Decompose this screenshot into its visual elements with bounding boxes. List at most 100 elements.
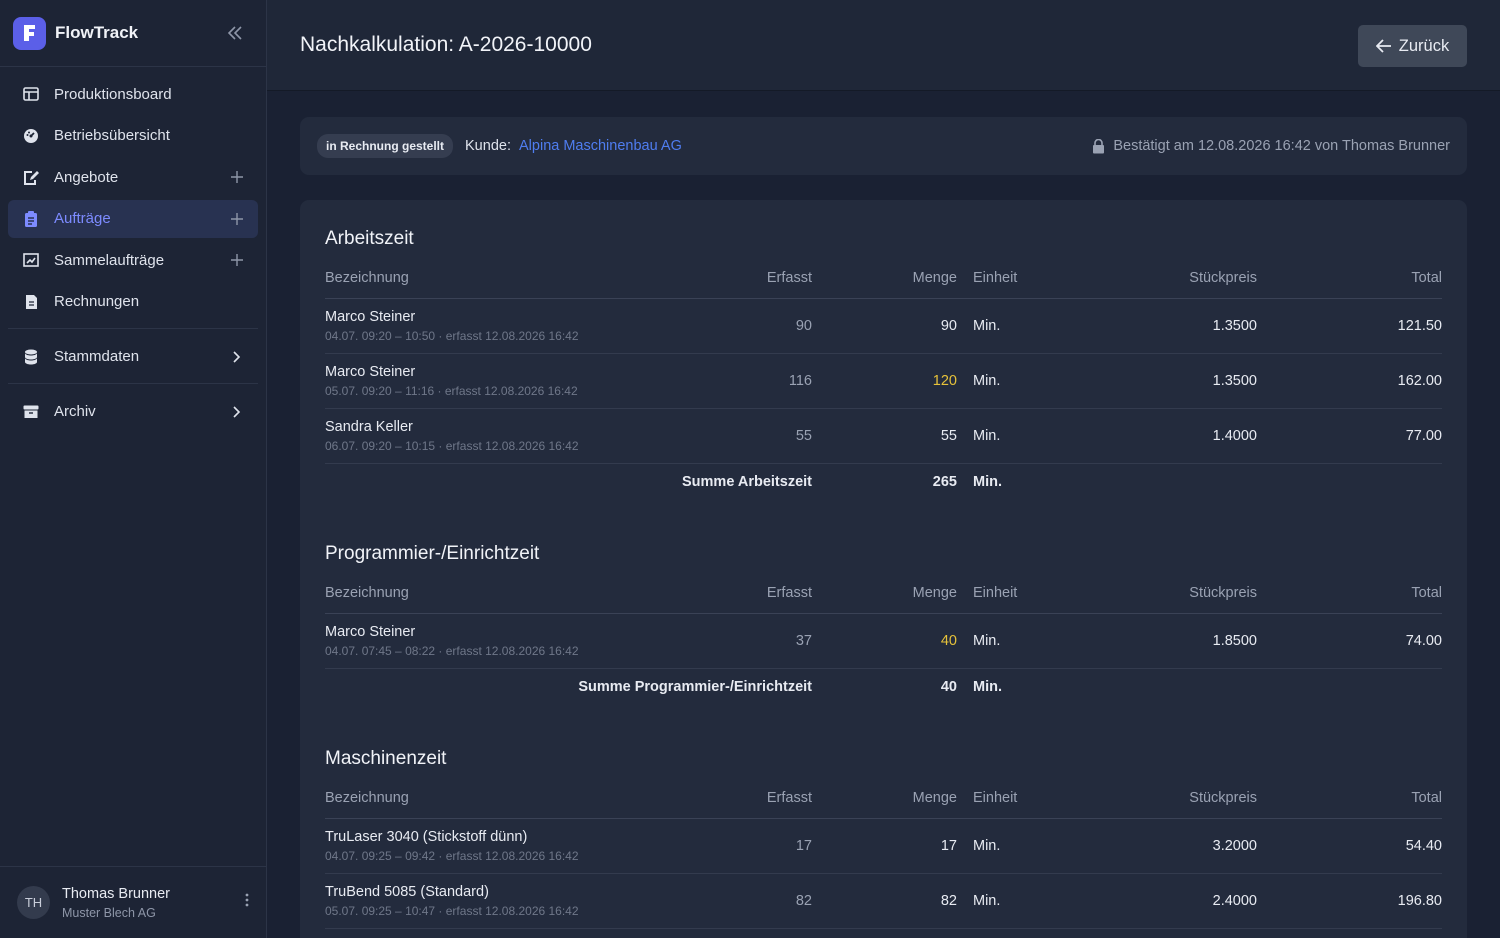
- sidebar-item-label: Betriebsübersicht: [54, 127, 170, 145]
- cell-erfasst: 90: [672, 298, 812, 354]
- sidebar-item-archiv[interactable]: Archiv: [8, 393, 258, 431]
- user-profile[interactable]: TH Thomas Brunner Muster Blech AG: [0, 866, 266, 938]
- row-description: Marco Steiner 05.07. 09:20 – 11:16 · erfa…: [325, 353, 672, 409]
- cell-einheit: Min.: [957, 408, 1077, 464]
- cell-preis: 1.3500: [1077, 298, 1257, 354]
- sidebar-item-produktionsboard[interactable]: Produktionsboard: [8, 75, 258, 113]
- section-maschinenzeit: Maschinenzeit Bezeichnung Erfasst Menge Einh…: [325, 706, 1442, 938]
- cell-preis: 1.8500: [1077, 613, 1257, 669]
- column-header-total: Total: [1257, 778, 1442, 819]
- customer-info: Kunde: Alpina Maschinenbau AG: [465, 138, 682, 154]
- add-auftrag-plus-icon[interactable]: [230, 212, 244, 226]
- sum-label: Summe Arbeitszeit: [682, 474, 812, 491]
- cell-menge: 120: [812, 353, 957, 409]
- user-name: Thomas Brunner: [62, 885, 170, 902]
- cell-total: 54.40: [1257, 818, 1442, 874]
- collection-icon: [22, 251, 40, 269]
- invoice-icon: [22, 293, 40, 311]
- column-header-einheit: Einheit: [957, 778, 1077, 819]
- sidebar-item-angebote[interactable]: Angebote: [8, 158, 258, 196]
- column-header-menge: Menge: [812, 778, 957, 819]
- more-vertical-icon[interactable]: [245, 893, 249, 912]
- cell-menge: 17: [812, 818, 957, 874]
- row-name: Marco Steiner: [325, 623, 416, 640]
- chevron-right-icon: [230, 405, 244, 419]
- sum-menge: 265: [932, 474, 957, 491]
- sum-row: Summe Programmier-/Einrichtzeit 40 Min.: [325, 668, 1442, 706]
- column-header-erfasst: Erfasst: [672, 258, 812, 299]
- row-description: WIG-Schweissanlage (WIG): [325, 928, 672, 938]
- section-title: Maschinenzeit: [325, 748, 447, 769]
- cell-erfasst: 37: [672, 613, 812, 669]
- table-row[interactable]: WIG-Schweissanlage (WIG)9191Min.1.950017…: [325, 928, 1442, 938]
- column-header-einheit: Einheit: [957, 573, 1077, 614]
- cell-einheit: Min.: [957, 298, 1077, 354]
- sidebar-item-label: Archiv: [54, 403, 96, 421]
- column-header-erfasst: Erfasst: [672, 778, 812, 819]
- sidebar-item-rechnungen[interactable]: Rechnungen: [8, 283, 258, 321]
- sum-label: Summe Programmier-/Einrichtzeit: [578, 679, 812, 696]
- table-row[interactable]: TruBend 5085 (Standard) 05.07. 09:25 – 10…: [325, 873, 1442, 929]
- cell-preis: 1.9500: [1077, 928, 1257, 938]
- table-row[interactable]: Marco Steiner 04.07. 09:20 – 10:50 · erfa…: [325, 298, 1442, 354]
- row-name: TruBend 5085 (Standard): [325, 883, 489, 900]
- confirmation-text: Bestätigt am 12.08.2026 16:42 von Thomas…: [1113, 138, 1450, 154]
- sidebar-item-label: Rechnungen: [54, 293, 140, 311]
- sidebar-divider: [8, 327, 258, 329]
- page-header: Nachkalkulation: A-2026-10000 Zurück: [267, 0, 1500, 91]
- add-angebot-plus-icon[interactable]: [230, 170, 244, 184]
- row-name: TruLaser 3040 (Stickstoff dünn): [325, 828, 528, 845]
- cost-table: Bezeichnung Erfasst Menge Einheit Stückpreis…: [325, 573, 1442, 706]
- section-arbeitszeit: Arbeitszeit Bezeichnung Erfasst Menge Einhei…: [325, 200, 1442, 501]
- sidebar-item-label: Sammelaufträge: [54, 251, 165, 269]
- cell-einheit: Min.: [957, 928, 1077, 938]
- cost-table: Bezeichnung Erfasst Menge Einheit Stückpreis…: [325, 258, 1442, 501]
- flowtrack-logo-icon: [13, 16, 46, 50]
- column-header-st-ckpreis: Stückpreis: [1077, 258, 1257, 299]
- brand: FlowTrack: [0, 0, 266, 67]
- column-header-bezeichnung: Bezeichnung: [325, 258, 672, 299]
- table-header-row: Bezeichnung Erfasst Menge Einheit Stückpreis…: [325, 258, 1442, 299]
- column-header-total: Total: [1257, 258, 1442, 299]
- table-row[interactable]: Marco Steiner 05.07. 09:20 – 11:16 · erfa…: [325, 353, 1442, 409]
- sidebar-item-betriebsuebersicht[interactable]: Betriebsübersicht: [8, 117, 258, 155]
- table-header-row: Bezeichnung Erfasst Menge Einheit Stückpreis…: [325, 778, 1442, 819]
- lock-icon: [1092, 138, 1105, 154]
- sidebar-item-stammdaten[interactable]: Stammdaten: [8, 338, 258, 376]
- cell-preis: 3.2000: [1077, 818, 1257, 874]
- order-info-bar: in Rechnung gestellt Kunde: Alpina Masch…: [300, 117, 1467, 175]
- row-description: Marco Steiner 04.07. 09:20 – 10:50 · erfa…: [325, 298, 672, 354]
- sidebar: FlowTrack Produktionsboard Betriebsübers…: [0, 0, 267, 938]
- row-name: Marco Steiner: [325, 308, 416, 325]
- cell-total: 177.45: [1257, 928, 1442, 938]
- cell-erfasst: 91: [672, 928, 812, 938]
- add-sammelauftrag-plus-icon[interactable]: [230, 253, 244, 267]
- collapse-sidebar-icon[interactable]: [225, 23, 245, 43]
- cell-menge: 82: [812, 873, 957, 929]
- cell-total: 74.00: [1257, 613, 1442, 669]
- sidebar-item-auftraege[interactable]: Aufträge: [8, 199, 258, 238]
- edit-document-icon: [22, 168, 40, 186]
- page-title: Nachkalkulation: A-2026-10000: [300, 33, 592, 56]
- confirmation-info: Bestätigt am 12.08.2026 16:42 von Thomas…: [1092, 138, 1450, 154]
- chevron-right-icon: [230, 350, 244, 364]
- table-row[interactable]: TruLaser 3040 (Stickstoff dünn) 04.07. 09…: [325, 818, 1442, 874]
- row-name: Sandra Keller: [325, 418, 413, 435]
- calculation-card: Arbeitszeit Bezeichnung Erfasst Menge Einhei…: [300, 200, 1467, 938]
- row-description: Sandra Keller 06.07. 09:20 – 10:15 · erfa…: [325, 408, 672, 464]
- cell-einheit: Min.: [957, 613, 1077, 669]
- cell-total: 196.80: [1257, 873, 1442, 929]
- table-row[interactable]: Marco Steiner 04.07. 07:45 – 08:22 · erfa…: [325, 613, 1442, 669]
- row-description: TruLaser 3040 (Stickstoff dünn) 04.07. 09…: [325, 818, 672, 874]
- back-button-label: Zurück: [1398, 36, 1450, 55]
- sidebar-item-label: Aufträge: [54, 210, 111, 228]
- sidebar-item-sammelauftraege[interactable]: Sammelaufträge: [8, 241, 258, 279]
- sidebar-divider: [8, 382, 258, 384]
- cell-erfasst: 82: [672, 873, 812, 929]
- customer-link[interactable]: Alpina Maschinenbau AG: [519, 138, 682, 154]
- back-button[interactable]: Zurück: [1358, 25, 1467, 67]
- table-row[interactable]: Sandra Keller 06.07. 09:20 – 10:15 · erfa…: [325, 408, 1442, 464]
- column-header-menge: Menge: [812, 258, 957, 299]
- cell-einheit: Min.: [957, 818, 1077, 874]
- cell-preis: 1.3500: [1077, 353, 1257, 409]
